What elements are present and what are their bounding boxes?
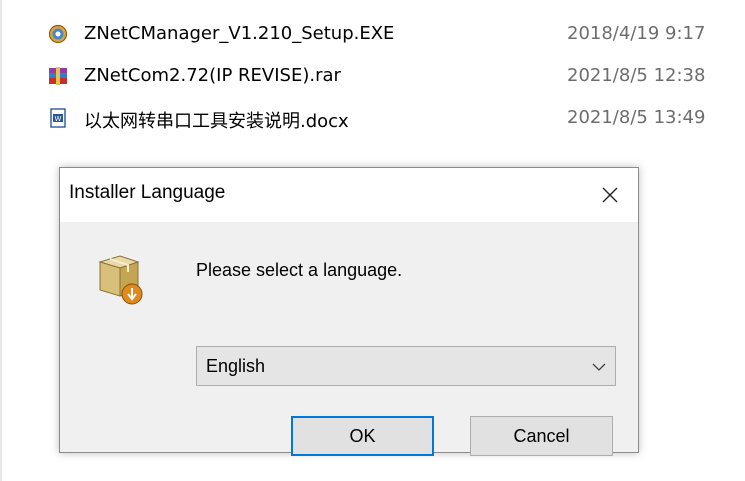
close-button[interactable] bbox=[582, 168, 638, 222]
file-row-setup-exe[interactable]: ZNetCManager_V1.210_Setup.EXE 2018/4/19 … bbox=[0, 19, 745, 49]
dialog-titlebar[interactable]: Installer Language bbox=[60, 168, 638, 222]
ok-button[interactable]: OK bbox=[291, 416, 434, 456]
file-name: ZNetCManager_V1.210_Setup.EXE bbox=[84, 23, 395, 44]
file-name: ZNetCom2.72(IP REVISE).rar bbox=[84, 65, 341, 86]
winrar-archive-icon bbox=[49, 67, 67, 85]
installer-language-dialog: Installer Language Please select a langu… bbox=[59, 167, 639, 456]
file-date: 2021/8/5 12:38 bbox=[567, 65, 706, 86]
language-select-value: English bbox=[206, 356, 266, 376]
explorer-file-list: ZNetCManager_V1.210_Setup.EXE 2018/4/19 … bbox=[0, 0, 745, 140]
file-row-docx[interactable]: W 以太网转串口工具安装说明.docx 2021/8/5 13:49 bbox=[0, 103, 745, 133]
file-date: 2021/8/5 13:49 bbox=[567, 107, 706, 128]
dialog-body: Please select a language. English OK Can… bbox=[60, 222, 638, 456]
file-name: 以太网转串口工具安装说明.docx bbox=[84, 111, 349, 132]
setup-exe-icon bbox=[48, 24, 68, 44]
installer-box-icon bbox=[98, 255, 143, 305]
cancel-button[interactable]: Cancel bbox=[470, 416, 613, 456]
file-row-rar[interactable]: ZNetCom2.72(IP REVISE).rar 2021/8/5 12:3… bbox=[0, 61, 745, 91]
partially-hidden-file-row[interactable] bbox=[0, 0, 745, 4]
word-document-icon: W bbox=[50, 108, 66, 128]
language-select[interactable]: English bbox=[196, 346, 616, 386]
file-date: 2018/4/19 9:17 bbox=[567, 23, 706, 44]
dialog-title: Installer Language bbox=[69, 182, 226, 203]
close-icon bbox=[602, 187, 618, 203]
chevron-down-icon bbox=[592, 363, 606, 371]
language-prompt: Please select a language. bbox=[196, 260, 403, 280]
svg-text:W: W bbox=[55, 115, 62, 123]
